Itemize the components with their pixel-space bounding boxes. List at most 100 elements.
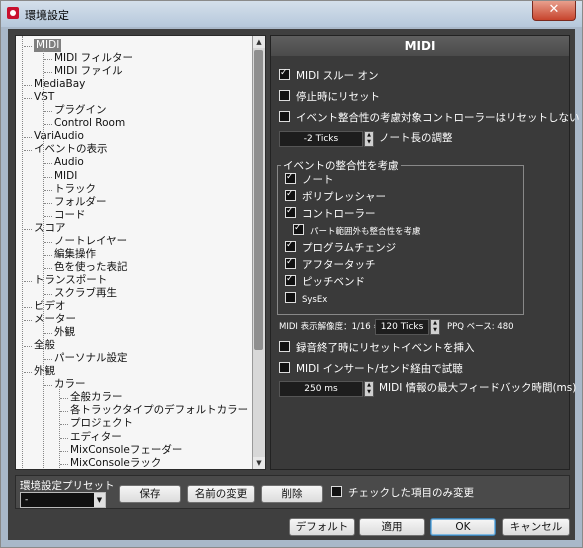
insert-reset-option[interactable]: 録音終了時にリセットイベントを挿入: [279, 341, 475, 355]
tree-connector: [44, 293, 52, 295]
chevron-down-icon[interactable]: ▼: [94, 493, 105, 507]
tree-item[interactable]: コード: [54, 209, 86, 222]
tree-connector: [60, 398, 68, 400]
tree-item[interactable]: MixConsoleラック: [70, 457, 161, 469]
resolution-spinner[interactable]: ▲ ▼: [430, 319, 440, 335]
chase-poly-checkbox[interactable]: [285, 188, 296, 201]
tree-item[interactable]: 色を使った表記: [54, 261, 128, 274]
scroll-thumb[interactable]: [254, 50, 263, 350]
preset-label: 環境設定プリセット: [20, 480, 115, 492]
rename-button[interactable]: 名前の変更: [187, 485, 255, 503]
tree-item[interactable]: パーソナル設定: [54, 352, 128, 365]
tree-connector: [44, 215, 52, 217]
cancel-button[interactable]: キャンセル: [502, 518, 570, 536]
tree-item[interactable]: MIDI: [54, 170, 77, 183]
tree-connector: [60, 450, 68, 452]
resolution-field[interactable]: 120 Ticks: [375, 319, 429, 335]
tree-item[interactable]: プラグイン: [54, 104, 107, 117]
close-button[interactable]: ✕: [532, 1, 576, 21]
tree-connector: [24, 228, 32, 230]
tree-item[interactable]: 編集操作: [54, 248, 96, 261]
tree-item[interactable]: 各トラックタイプのデフォルトカラー: [70, 404, 248, 417]
tree-item[interactable]: トラック: [54, 183, 96, 196]
category-tree-content: MIDI MIDI フィルター MIDI ファイル MediaBay VST プラグイン C…: [16, 36, 252, 469]
tree-item[interactable]: エディター: [70, 431, 122, 444]
audition-checkbox[interactable]: [279, 362, 290, 373]
ppq-base-label: PPQ ベース: 480: [447, 322, 514, 332]
tree-item[interactable]: 外観: [34, 365, 55, 378]
chase-aftertouch-option[interactable]: アフタータッチ: [285, 256, 376, 272]
tree-item[interactable]: ノートレイヤー: [54, 235, 127, 248]
tree-connector: [24, 346, 32, 348]
tree-item[interactable]: メーター: [34, 313, 76, 326]
chase-aftertouch-checkbox[interactable]: [285, 256, 296, 269]
tree-item[interactable]: VST: [34, 91, 54, 104]
tree-item[interactable]: MediaBay: [34, 78, 85, 91]
tree-connector: [24, 137, 32, 139]
chase-outside-checkbox[interactable]: [293, 222, 304, 235]
feedback-time-field[interactable]: 250 ms: [279, 381, 363, 397]
tree-item[interactable]: MIDI: [34, 39, 62, 52]
chase-controller-option[interactable]: コントローラー: [285, 205, 376, 221]
chase-program-option[interactable]: プログラムチェンジ: [285, 239, 396, 255]
tree-item[interactable]: プロジェクト: [70, 417, 133, 430]
chase-controller-checkbox[interactable]: [285, 205, 296, 218]
only-checked-checkbox[interactable]: [331, 486, 342, 497]
chase-sysex-option[interactable]: SysEx: [285, 292, 327, 307]
delete-button[interactable]: 削除: [261, 485, 323, 503]
save-button[interactable]: 保存: [119, 485, 181, 503]
tree-connector: [60, 437, 68, 439]
window-title: 環境設定: [25, 9, 69, 22]
title-bar[interactable]: 環境設定 ✕: [1, 1, 582, 27]
tree-connector: [44, 124, 52, 126]
no-reset-controller-checkbox[interactable]: [279, 111, 290, 122]
reset-on-stop-checkbox[interactable]: [279, 90, 290, 101]
chase-pitchbend-checkbox[interactable]: [285, 273, 296, 286]
insert-reset-checkbox[interactable]: [279, 341, 290, 352]
apply-button[interactable]: 適用: [359, 518, 425, 536]
ok-button[interactable]: OK: [430, 518, 496, 536]
tree-item[interactable]: フォルダー: [54, 196, 107, 209]
tree-item[interactable]: 全般カラー: [70, 391, 123, 404]
tree-item[interactable]: MixConsoleフェーダー: [70, 444, 182, 457]
chase-group-label: イベントの整合性を考慮: [281, 158, 401, 173]
tree-item[interactable]: MIDI ファイル: [54, 65, 123, 78]
only-checked-option[interactable]: チェックした項目のみ変更: [331, 486, 474, 500]
tree-item[interactable]: 全般: [34, 339, 55, 352]
tree-scrollbar[interactable]: ▲ ▼: [252, 36, 265, 469]
audition-option[interactable]: MIDI インサート/センド経由で試聴: [279, 362, 463, 376]
chase-sysex-checkbox[interactable]: [285, 292, 296, 303]
tree-item[interactable]: Audio: [54, 156, 84, 169]
tree-item[interactable]: ビデオ: [34, 300, 66, 313]
length-adjust-field[interactable]: -2 Ticks: [279, 131, 363, 147]
tree-item[interactable]: イベントの表示: [34, 143, 108, 156]
chase-pitchbend-option[interactable]: ピッチベンド: [285, 273, 365, 289]
tree-connector: [44, 202, 52, 204]
chase-note-option[interactable]: ノート: [285, 171, 334, 187]
tree-guide-line: [22, 36, 23, 469]
chase-sysex-label: SysEx: [302, 295, 328, 305]
tree-item[interactable]: VariAudio: [34, 130, 84, 143]
tree-item[interactable]: スコア: [34, 222, 66, 235]
tree-item[interactable]: 外観: [54, 326, 75, 339]
reset-on-stop-option[interactable]: 停止時にリセット: [279, 90, 380, 104]
preset-dropdown[interactable]: - ▼: [20, 492, 106, 508]
tree-item[interactable]: Control Room: [54, 117, 125, 130]
feedback-time-spinner[interactable]: ▲ ▼: [364, 381, 374, 397]
scroll-up-arrow-icon[interactable]: ▲: [253, 36, 265, 48]
midi-thru-option[interactable]: MIDI スルー オン: [279, 67, 379, 83]
chase-poly-option[interactable]: ポリプレッシャー: [285, 188, 386, 204]
tree-item[interactable]: トランスポート: [34, 274, 107, 287]
tree-item[interactable]: MIDI フィルター: [54, 52, 133, 65]
chase-poly-label: ポリプレッシャー: [302, 191, 386, 203]
midi-thru-label: MIDI スルー オン: [296, 70, 379, 82]
tree-item[interactable]: スクラブ再生: [54, 287, 117, 300]
chase-note-checkbox[interactable]: [285, 171, 296, 184]
length-adjust-spinner[interactable]: ▲ ▼: [364, 131, 374, 147]
no-reset-controller-option[interactable]: イベント整合性の考慮対象コントローラーはリセットしない: [279, 111, 580, 125]
default-button[interactable]: デフォルト: [289, 518, 355, 536]
scroll-down-arrow-icon[interactable]: ▼: [253, 457, 265, 469]
chase-outside-option[interactable]: パート範囲外も整合性を考慮: [293, 222, 421, 239]
midi-thru-checkbox[interactable]: [279, 67, 290, 80]
chase-program-checkbox[interactable]: [285, 239, 296, 252]
